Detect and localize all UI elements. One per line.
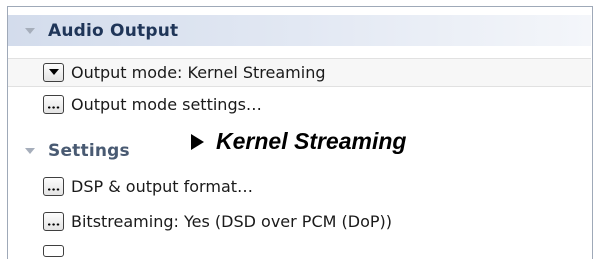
callout-text: Kernel Streaming (216, 128, 407, 154)
ellipsis-icon (47, 106, 60, 109)
dsp-output-format-row[interactable]: DSP & output format… (8, 172, 591, 201)
output-mode-row[interactable]: Output mode: Kernel Streaming (8, 58, 591, 87)
audio-output-section-header[interactable]: Audio Output (8, 15, 591, 46)
collapse-triangle-icon (25, 147, 35, 154)
settings-section-header[interactable]: Settings (8, 135, 158, 166)
dsp-output-format-label: DSP & output format… (71, 177, 254, 196)
partial-row-button[interactable] (43, 245, 64, 257)
dropdown-arrow-icon (49, 69, 59, 75)
collapse-triangle-icon (25, 27, 35, 34)
output-mode-label: Output mode: Kernel Streaming (71, 63, 326, 82)
bitstreaming-label: Bitstreaming: Yes (DSD over PCM (DoP)) (71, 212, 392, 231)
output-mode-settings-label: Output mode settings… (71, 95, 262, 114)
pointer-arrow-icon (191, 133, 204, 150)
ellipsis-icon (47, 223, 60, 226)
output-mode-settings-button[interactable] (43, 95, 64, 114)
kernel-streaming-callout: Kernel Streaming (191, 128, 406, 155)
ellipsis-icon (47, 188, 60, 191)
audio-output-title: Audio Output (48, 20, 179, 41)
bitstreaming-button[interactable] (43, 212, 64, 231)
output-mode-dropdown-button[interactable] (43, 63, 64, 82)
output-mode-settings-row[interactable]: Output mode settings… (8, 90, 591, 119)
dsp-output-format-button[interactable] (43, 177, 64, 196)
bitstreaming-row[interactable]: Bitstreaming: Yes (DSD over PCM (DoP)) (8, 207, 591, 236)
settings-title: Settings (48, 140, 130, 161)
